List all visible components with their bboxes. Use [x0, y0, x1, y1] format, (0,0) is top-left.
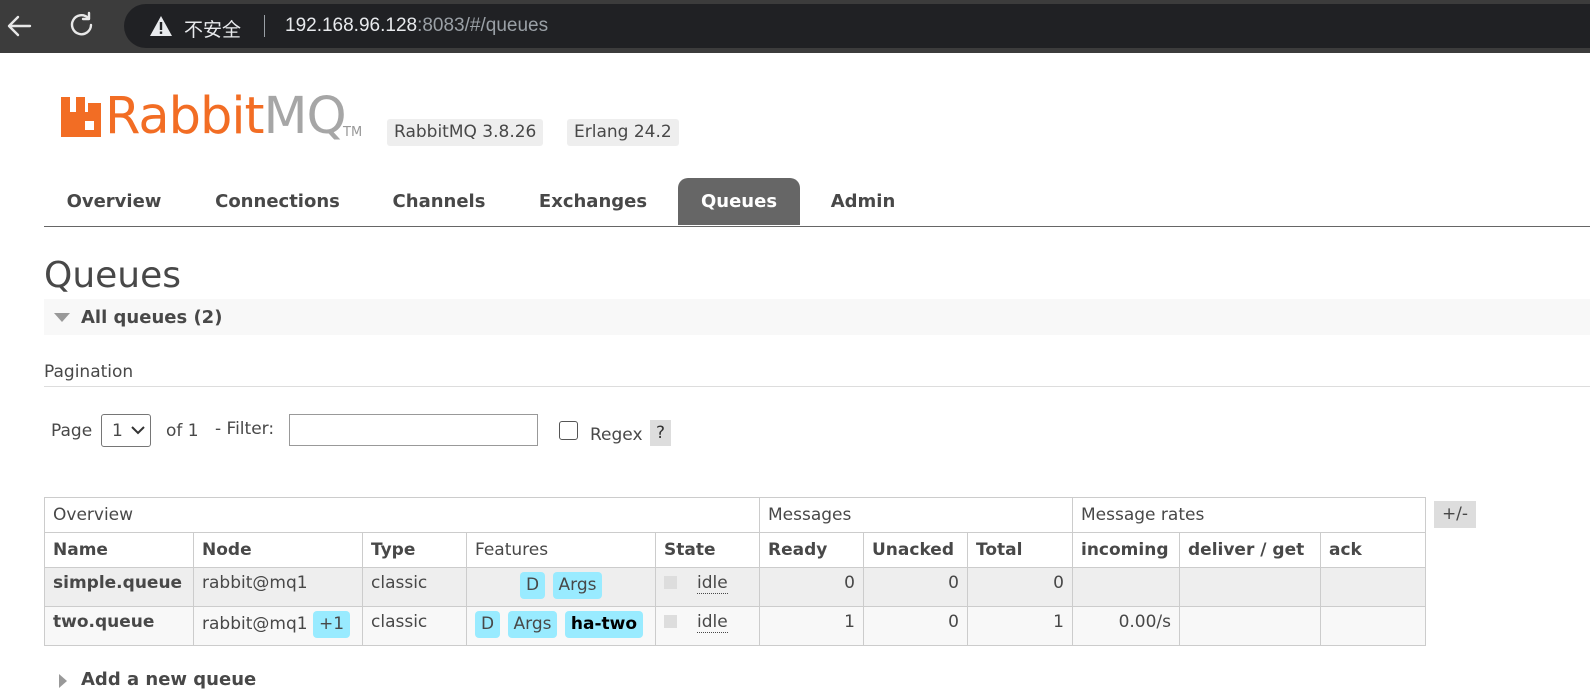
- policy-tag[interactable]: ha-two: [564, 611, 644, 638]
- url-text[interactable]: 192.168.96.128:8083/#/queues: [285, 15, 548, 37]
- triangle-right-icon: [59, 674, 67, 688]
- logo-mq-text: MQ: [263, 87, 346, 146]
- back-arrow-icon[interactable]: [2, 8, 38, 44]
- erlang-version-badge: Erlang 24.2: [567, 119, 679, 146]
- all-queues-title: All queues (2): [81, 307, 223, 328]
- queues-table: Overview Messages Message rates Name Nod…: [44, 497, 1426, 646]
- queue-state: idle: [655, 567, 760, 607]
- queue-node: rabbit@mq1: [193, 567, 363, 607]
- column-header-ack[interactable]: ack: [1320, 532, 1426, 568]
- queue-type: classic: [362, 567, 467, 607]
- tab-connections[interactable]: Connections: [196, 178, 359, 225]
- page-select[interactable]: 1: [101, 414, 151, 447]
- column-header-node[interactable]: Node: [193, 532, 363, 568]
- state-indicator-icon: [664, 576, 677, 589]
- security-label[interactable]: 不安全: [184, 15, 241, 42]
- logo-wordmark: RabbitMQ: [105, 87, 347, 146]
- table-row[interactable]: two.queue rabbit@mq1 +1 classic D Args h…: [44, 606, 1426, 646]
- queue-node: rabbit@mq1 +1: [193, 606, 363, 646]
- logo-rabbit-text: Rabbit: [105, 87, 264, 146]
- state-indicator-icon: [664, 615, 677, 628]
- messages-unacked: 0: [863, 567, 968, 607]
- page-count-label: of 1: [166, 421, 199, 441]
- rate-deliver-get: [1179, 606, 1321, 646]
- column-header-ready[interactable]: Ready: [759, 532, 864, 568]
- column-header-deliver-get[interactable]: deliver / get: [1179, 532, 1321, 568]
- messages-total: 1: [967, 606, 1073, 646]
- feature-durable-tag[interactable]: D: [520, 572, 546, 599]
- warning-icon[interactable]: [149, 15, 173, 37]
- group-header-overview: Overview: [44, 497, 760, 533]
- messages-ready: 1: [759, 606, 864, 646]
- all-queues-section-toggle[interactable]: All queues (2): [44, 299, 1590, 335]
- group-header-messages: Messages: [759, 497, 1073, 533]
- rate-deliver-get: [1179, 567, 1321, 607]
- logo-trademark: TM: [343, 125, 363, 140]
- tab-exchanges[interactable]: Exchanges: [522, 178, 664, 225]
- column-header-total[interactable]: Total: [967, 532, 1073, 568]
- state-text[interactable]: idle: [697, 612, 728, 633]
- browser-toolbar: 不安全 192.168.96.128:8083/#/queues: [0, 0, 1590, 53]
- column-header-features: Features: [466, 532, 656, 568]
- url-path: :8083/#/queues: [417, 15, 549, 36]
- column-header-unacked[interactable]: Unacked: [863, 532, 968, 568]
- regex-checkbox[interactable]: [559, 421, 578, 440]
- queue-node-text: rabbit@mq1: [202, 614, 308, 634]
- queue-name-link[interactable]: two.queue: [44, 606, 194, 646]
- regex-label: Regex: [590, 425, 643, 445]
- state-text[interactable]: idle: [697, 573, 728, 594]
- regex-help-button[interactable]: ?: [650, 420, 671, 446]
- address-bar[interactable]: 不安全 192.168.96.128:8083/#/queues: [124, 4, 1590, 48]
- feature-args-tag[interactable]: Args: [507, 611, 558, 638]
- reload-icon[interactable]: [64, 8, 100, 44]
- rabbitmq-logo-icon: [61, 97, 101, 137]
- column-toggle-button[interactable]: +/-: [1434, 501, 1476, 528]
- tab-queues[interactable]: Queues: [678, 178, 800, 225]
- queue-state: idle: [655, 606, 760, 646]
- feature-args-tag[interactable]: Args: [552, 572, 603, 599]
- column-header-name[interactable]: Name: [44, 532, 194, 568]
- queue-type: classic: [362, 606, 467, 646]
- queue-features: D Args ha-two: [466, 606, 656, 646]
- triangle-down-icon: [54, 313, 70, 322]
- page-label: Page: [51, 421, 93, 441]
- table-row[interactable]: simple.queue rabbit@mq1 classic D Args i…: [44, 567, 1426, 607]
- queue-features: D Args: [466, 567, 656, 607]
- messages-unacked: 0: [863, 606, 968, 646]
- filter-input[interactable]: [289, 414, 538, 446]
- messages-ready: 0: [759, 567, 864, 607]
- group-header-message-rates: Message rates: [1072, 497, 1426, 533]
- rate-ack: [1320, 606, 1426, 646]
- queue-name-link[interactable]: simple.queue: [44, 567, 194, 607]
- tab-admin[interactable]: Admin: [814, 178, 912, 225]
- mirror-count-tag[interactable]: +1: [312, 611, 351, 638]
- messages-total: 0: [967, 567, 1073, 607]
- pagination-heading: Pagination: [44, 362, 1590, 387]
- filter-label: - Filter:: [215, 419, 275, 439]
- rabbitmq-version-badge: RabbitMQ 3.8.26: [387, 119, 544, 146]
- page-select-value: 1: [112, 421, 123, 441]
- feature-durable-tag[interactable]: D: [475, 611, 501, 638]
- tab-overview[interactable]: Overview: [44, 178, 184, 225]
- page-title: Queues: [44, 255, 182, 296]
- column-header-incoming[interactable]: incoming: [1072, 532, 1180, 568]
- main-nav-tabs: Overview Connections Channels Exchanges …: [44, 178, 1590, 227]
- add-queue-title: Add a new queue: [81, 669, 257, 690]
- omnibox-divider: [264, 15, 265, 37]
- rate-incoming: [1072, 567, 1180, 607]
- rate-ack: [1320, 567, 1426, 607]
- chevron-down-icon: [131, 426, 145, 435]
- tab-channels[interactable]: Channels: [374, 178, 504, 225]
- column-header-type[interactable]: Type: [362, 532, 467, 568]
- column-header-state[interactable]: State: [655, 532, 760, 568]
- rate-incoming: 0.00/s: [1072, 606, 1180, 646]
- url-host: 192.168.96.128: [285, 15, 418, 36]
